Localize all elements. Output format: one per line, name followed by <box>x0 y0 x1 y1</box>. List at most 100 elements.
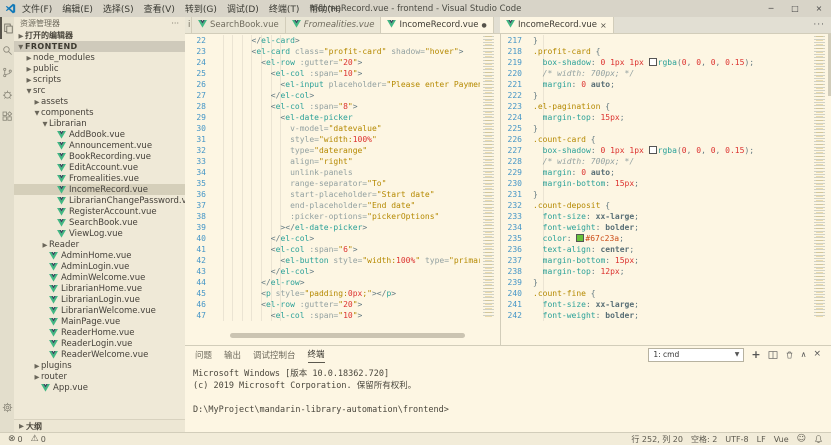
code-line[interactable]: .count-card { <box>533 134 811 145</box>
search-icon[interactable] <box>0 39 14 61</box>
code-line[interactable]: font-size: xx-large; <box>533 211 811 222</box>
tree-file-addbook.vue[interactable]: AddBook.vue <box>14 129 185 140</box>
code-line[interactable]: <el-row :gutter="20"> <box>213 57 480 68</box>
terminal-selector-dropdown[interactable]: 1: cmd▼ <box>648 348 744 362</box>
tree-file-registeraccount.vue[interactable]: RegisterAccount.vue <box>14 206 185 217</box>
code-line[interactable]: } <box>533 189 811 200</box>
split-terminal-icon[interactable] <box>768 350 778 360</box>
tree-folder-node_modules[interactable]: ▶node_modules <box>14 52 185 63</box>
code-view-styles[interactable]: }.profit-card { box-shadow: 0 1px 1px rg… <box>533 35 811 345</box>
minimap[interactable] <box>483 36 498 318</box>
tree-folder--[interactable]: ▶打开的编辑器 <box>14 30 185 41</box>
panel-tab-终端[interactable]: 终端 <box>308 347 325 363</box>
code-line[interactable]: <el-col :span="8"> <box>213 101 480 112</box>
code-line[interactable]: .el-pagination { <box>533 101 811 112</box>
tree-folder-assets[interactable]: ▶assets <box>14 96 185 107</box>
tree-folder-public[interactable]: ▶public <box>14 63 185 74</box>
tree-folder-frontend[interactable]: ▼FRONTEND <box>14 41 185 52</box>
tree-file-editaccount.vue[interactable]: EditAccount.vue <box>14 162 185 173</box>
code-line[interactable]: </el-row> <box>213 277 480 288</box>
tree-folder-router[interactable]: ▶router <box>14 371 185 382</box>
tab-incomerecord.vue[interactable]: IncomeRecord.vue× <box>500 17 614 33</box>
code-line[interactable]: <el-col :span="10"> <box>213 310 480 321</box>
tree-file-readerwelcome.vue[interactable]: ReaderWelcome.vue <box>14 349 185 360</box>
code-line[interactable]: box-shadow: 0 1px 1px rgba(0, 0, 0, 0.15… <box>533 145 811 156</box>
code-line[interactable]: } <box>533 277 811 288</box>
tree-folder-scripts[interactable]: ▶scripts <box>14 74 185 85</box>
tree-file-fromealities.vue[interactable]: Fromealities.vue <box>14 173 185 184</box>
code-line[interactable]: color: #67c23a; <box>533 233 811 244</box>
tree-file-librarianlogin.vue[interactable]: LibrarianLogin.vue <box>14 294 185 305</box>
kill-terminal-icon[interactable] <box>785 350 794 360</box>
code-line[interactable]: range-separator="To" <box>213 178 480 189</box>
tree-file-mainpage.vue[interactable]: MainPage.vue <box>14 316 185 327</box>
code-line[interactable]: font-weight: bolder; <box>533 222 811 233</box>
code-line[interactable]: font-weight: bolder; <box>533 310 811 321</box>
code-line[interactable]: :picker-options="pickerOptions" <box>213 211 480 222</box>
code-line[interactable]: margin: 0 auto; <box>533 167 811 178</box>
status-item[interactable]: Vue <box>774 435 789 444</box>
code-line[interactable]: } <box>533 90 811 101</box>
tree-folder-librarian[interactable]: ▼Librarian <box>14 118 185 129</box>
tree-file-bookrecording.vue[interactable]: BookRecording.vue <box>14 151 185 162</box>
code-line[interactable]: text-align: center; <box>533 244 811 255</box>
code-line[interactable]: margin: 0 auto; <box>533 79 811 90</box>
tab-fromealities.vue[interactable]: Fromealities.vue <box>286 17 382 33</box>
outline-section[interactable]: ▶ 大纲 <box>14 419 185 432</box>
panel-tab-输出[interactable]: 输出 <box>224 347 241 363</box>
status-item-bell-icon[interactable] <box>814 434 823 444</box>
status-item[interactable]: UTF-8 <box>725 435 748 444</box>
horizontal-scrollbar[interactable] <box>230 333 465 338</box>
code-line[interactable]: <p style="padding:0px;"></p> <box>213 288 480 299</box>
code-line[interactable]: end-placeholder="End date" <box>213 200 480 211</box>
tab-incomerecord.vue[interactable]: IncomeRecord.vue● <box>381 17 493 33</box>
panel-tab-问题[interactable]: 问题 <box>195 347 212 363</box>
extensions-icon[interactable] <box>0 105 14 127</box>
code-line[interactable]: unlink-panels <box>213 167 480 178</box>
explorer-icon[interactable] <box>0 17 14 39</box>
maximize-panel-icon[interactable]: ∧ <box>801 351 807 359</box>
code-line[interactable]: <el-col :span="10"> <box>213 68 480 79</box>
tree-file-librarianhome.vue[interactable]: LibrarianHome.vue <box>14 283 185 294</box>
source-control-icon[interactable] <box>0 61 14 83</box>
menu-item[interactable]: 选择(S) <box>98 2 139 15</box>
code-line[interactable]: <el-col :span="6"> <box>213 244 480 255</box>
menu-item[interactable]: 调试(D) <box>222 2 264 15</box>
close-tab-icon[interactable]: × <box>600 21 607 30</box>
close-panel-icon[interactable]: × <box>813 350 821 359</box>
code-line[interactable]: </el-col> <box>213 266 480 277</box>
terminal-output[interactable]: Microsoft Windows [版本 10.0.18362.720](c)… <box>185 363 831 416</box>
code-line[interactable]: </el-card> <box>213 35 480 46</box>
tree-file-app.vue[interactable]: App.vue <box>14 382 185 393</box>
tree-folder-plugins[interactable]: ▶plugins <box>14 360 185 371</box>
code-view-template[interactable]: </el-card> <el-card class="profit-card" … <box>213 35 480 345</box>
tree-file-viewlog.vue[interactable]: ViewLog.vue <box>14 228 185 239</box>
tree-folder-components[interactable]: ▼components <box>14 107 185 118</box>
code-line[interactable]: font-size: xx-large; <box>533 299 811 310</box>
tree-file-librarianchangepassword.vue[interactable]: LibrarianChangePassword.vue <box>14 195 185 206</box>
new-terminal-icon[interactable]: + <box>751 349 760 360</box>
code-line[interactable]: </el-col> <box>213 90 480 101</box>
code-line[interactable]: /* width: 700px; */ <box>533 156 811 167</box>
menu-item[interactable]: 转到(G) <box>180 2 222 15</box>
panel-tab-调试控制台[interactable]: 调试控制台 <box>253 347 296 363</box>
tree-file-readerhome.vue[interactable]: ReaderHome.vue <box>14 327 185 338</box>
code-line[interactable]: } <box>533 123 811 134</box>
code-line[interactable]: <el-date-picker <box>213 112 480 123</box>
tree-file-librarianwelcome.vue[interactable]: LibrarianWelcome.vue <box>14 305 185 316</box>
minimap[interactable] <box>814 36 829 318</box>
status-item[interactable]: 空格: 2 <box>691 434 717 445</box>
tree-file-announcement.vue[interactable]: Announcement.vue <box>14 140 185 151</box>
code-line[interactable]: type="daterange" <box>213 145 480 156</box>
code-line[interactable]: align="right" <box>213 156 480 167</box>
code-line[interactable]: v-model="datevalue" <box>213 123 480 134</box>
code-line[interactable]: .count-fine { <box>533 288 811 299</box>
minimize-button[interactable]: ─ <box>759 4 783 13</box>
menu-item[interactable]: 终端(T) <box>264 2 305 15</box>
code-line[interactable]: <el-button style="width:100%" type="prim… <box>213 255 480 266</box>
code-line[interactable]: } <box>533 35 811 46</box>
code-line[interactable]: margin-bottom: 15px; <box>533 178 811 189</box>
status-item-warning-icon[interactable]: ⚠0 <box>31 435 46 444</box>
code-line[interactable]: <el-input placeholder="Please enter Paym… <box>213 79 480 90</box>
settings-gear-icon[interactable] <box>0 396 14 418</box>
